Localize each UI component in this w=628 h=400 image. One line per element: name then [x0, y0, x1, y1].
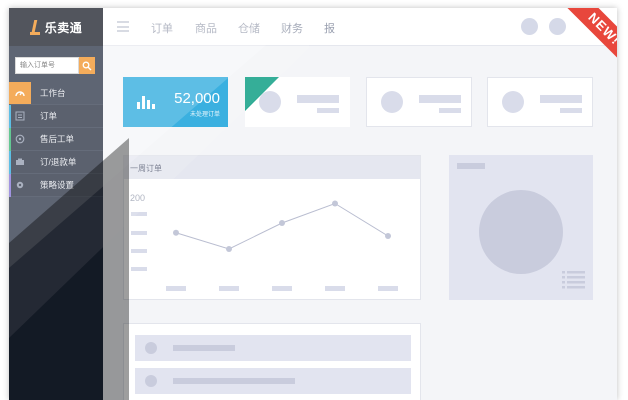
stat-card-pending-orders[interactable]: 52,000 未处理订单: [123, 77, 228, 127]
y-tick-placeholder: [131, 212, 147, 216]
stat-label: 未处理订单: [189, 112, 220, 118]
data-point: [385, 233, 391, 239]
dashboard-icon: [9, 82, 31, 104]
weekly-orders-chart: 200: [130, 193, 398, 291]
nav-menu-warehouse[interactable]: 仓储: [238, 20, 260, 36]
placeholder-icon: [381, 91, 403, 113]
sidebar-item-label: 策略设置: [40, 180, 75, 190]
notification-avatar[interactable]: [521, 18, 538, 35]
placeholder-text: [439, 108, 461, 113]
top-header: 订单 商品 仓储 财务 报: [103, 8, 617, 46]
sidebar-item-aftersales[interactable]: 售后工单: [9, 128, 103, 151]
list-icon[interactable]: [562, 271, 585, 291]
pie-chart: [479, 190, 563, 274]
placeholder-text: [540, 95, 582, 103]
app-name: 乐卖通: [44, 20, 83, 35]
y-tick-placeholder: [131, 249, 147, 253]
x-tick-placeholder: [166, 286, 186, 291]
sidebar: 乐卖通 工作台 订单: [9, 8, 103, 400]
placeholder-text: [419, 95, 461, 103]
nav-accent-edge: [9, 174, 11, 197]
bar-chart-icon: [137, 93, 157, 109]
sidebar-item-label: 售后工单: [40, 134, 75, 144]
x-tick-placeholder: [219, 286, 239, 291]
nav-menu-finance[interactable]: 财务: [281, 20, 303, 36]
search-icon: [82, 61, 92, 70]
nav-menu-products[interactable]: 商品: [195, 20, 217, 36]
list-icon: [9, 105, 31, 127]
x-tick-placeholder: [325, 286, 345, 291]
nav-accent-edge: [9, 151, 11, 174]
placeholder-text: [297, 95, 339, 103]
placeholder-icon: [259, 91, 281, 113]
sidebar-item-strategy[interactable]: 策略设置: [9, 174, 103, 197]
nav-accent-edge: [9, 105, 11, 128]
sidebar-item-label: 工作台: [40, 88, 66, 98]
y-tick-placeholder: [131, 231, 147, 235]
data-point: [279, 220, 285, 226]
stat-card-3[interactable]: [366, 77, 472, 127]
gear-icon: [9, 174, 31, 196]
placeholder-text: [560, 108, 582, 113]
data-point: [173, 229, 179, 236]
weekly-orders-card: 一周订单 200: [123, 155, 421, 300]
y-tick-placeholder: [131, 267, 147, 271]
logo[interactable]: 乐卖通: [9, 8, 103, 46]
sidebar-item-label: 订单: [40, 111, 58, 121]
menu-toggle-icon[interactable]: [117, 21, 129, 32]
stat-value: 52,000: [174, 90, 220, 107]
order-search: [15, 57, 95, 74]
stat-card-4[interactable]: [487, 77, 593, 127]
sidebar-nav: 工作台 订单 售后工单 订/退款单 策略设置: [9, 82, 103, 197]
sidebar-item-dashboard[interactable]: 工作台: [9, 82, 103, 105]
x-tick-placeholder: [378, 286, 398, 291]
app-window: 乐卖通 工作台 订单: [9, 8, 617, 400]
user-avatar[interactable]: [549, 18, 566, 35]
nav-menu-orders[interactable]: 订单: [151, 20, 173, 36]
sidebar-item-orders[interactable]: 订单: [9, 105, 103, 128]
nav-accent-edge: [9, 128, 11, 151]
logo-icon: [29, 19, 40, 35]
search-button[interactable]: [79, 57, 95, 74]
sidebar-item-refunds[interactable]: 订/退款单: [9, 151, 103, 174]
placeholder-text: [173, 378, 295, 384]
pie-chart-card: [449, 155, 593, 300]
placeholder-title: [457, 163, 485, 169]
stat-card-2[interactable]: [245, 77, 350, 127]
placeholder-icon: [145, 375, 157, 387]
x-tick-placeholder: [272, 286, 292, 291]
sidebar-item-label: 订/退款单: [40, 157, 77, 167]
series-line: [175, 202, 389, 250]
list-card: [123, 323, 421, 400]
y-tick-label: 200: [130, 193, 145, 203]
data-point: [332, 200, 338, 207]
chat-icon: [9, 128, 31, 150]
nav-menu-reports[interactable]: 报: [324, 20, 335, 36]
order-search-input[interactable]: [15, 57, 79, 74]
placeholder-icon: [145, 342, 157, 354]
placeholder-text: [173, 345, 235, 351]
list-item[interactable]: [135, 368, 411, 394]
chart-title: 一周订单: [124, 156, 420, 179]
money-icon: [9, 151, 31, 173]
data-point: [226, 246, 232, 252]
placeholder-text: [317, 108, 339, 113]
placeholder-icon: [502, 91, 524, 113]
list-item[interactable]: [135, 335, 411, 361]
